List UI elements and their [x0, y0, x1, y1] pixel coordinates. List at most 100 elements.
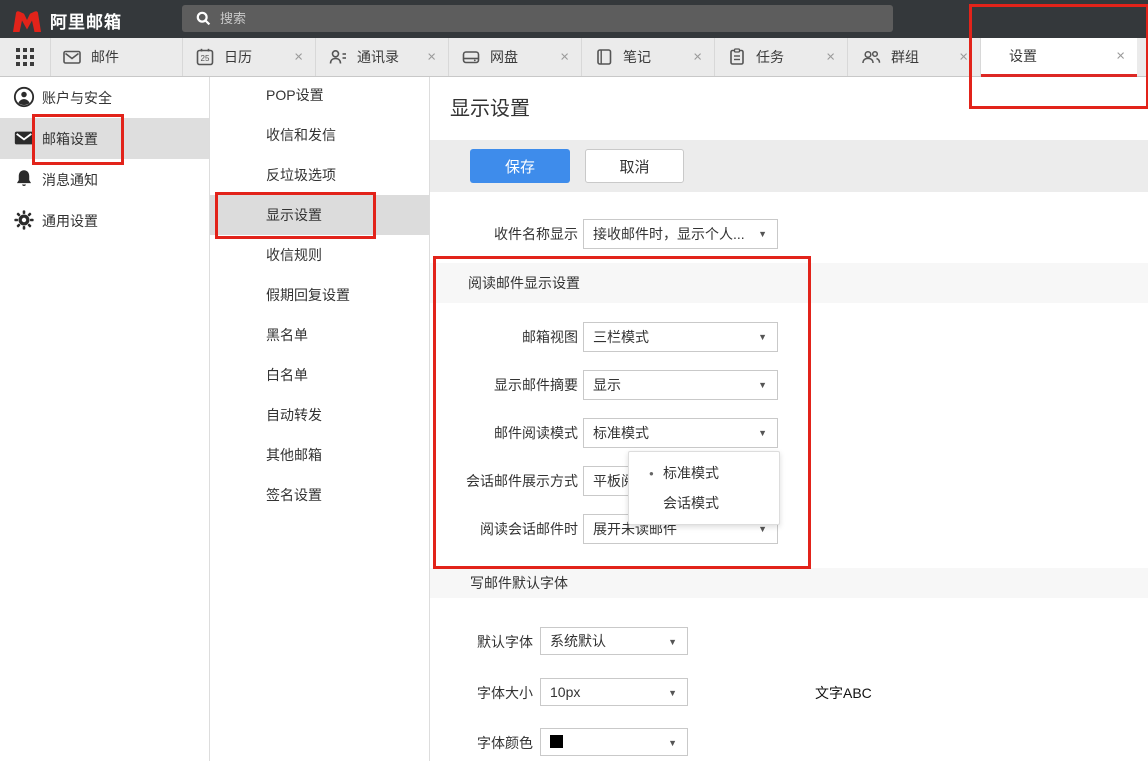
nav-item-vacation-reply[interactable]: 假期回复设置: [210, 275, 429, 315]
notes-icon: [594, 47, 614, 67]
nav-item-rules[interactable]: 收信规则: [210, 235, 429, 275]
tab-label: 任务: [756, 47, 784, 67]
menu-item-label: 标准模式: [663, 463, 719, 483]
reading-conversation-label: 阅读会话邮件时: [430, 514, 578, 544]
brand[interactable]: 阿里邮箱: [12, 8, 122, 33]
close-icon[interactable]: ×: [959, 50, 968, 65]
tab-contacts[interactable]: 通讯录 ×: [316, 38, 449, 76]
mailbox-view-label: 邮箱视图: [430, 322, 578, 352]
menu-item-conversation-mode[interactable]: ● 会话模式: [629, 488, 779, 518]
tab-label: 笔记: [623, 47, 651, 67]
nav-item-display[interactable]: 显示设置: [210, 195, 429, 235]
sidebar-item-mail-settings[interactable]: 邮箱设置: [0, 118, 209, 159]
sidebar-item-label: 账户与安全: [42, 88, 112, 108]
recipient-name-label: 收件名称显示: [430, 219, 578, 249]
chevron-down-icon: ▼: [758, 220, 767, 248]
compose-font-section-header: 写邮件默认字体: [430, 568, 1148, 598]
page-title: 显示设置: [450, 92, 530, 121]
tab-groups[interactable]: 群组 ×: [848, 38, 981, 76]
tab-mail[interactable]: 邮件: [50, 38, 183, 76]
close-icon[interactable]: ×: [693, 50, 702, 65]
nav-item-blacklist[interactable]: 黑名单: [210, 315, 429, 355]
nav-item-pop[interactable]: POP设置: [210, 75, 429, 115]
reading-mode-label: 邮件阅读模式: [430, 418, 578, 448]
tab-calendar[interactable]: 25 日历 ×: [183, 38, 316, 76]
reading-mode-dropdown-menu: ● 标准模式 ● 会话模式: [628, 451, 780, 525]
drive-icon: [461, 47, 481, 67]
tab-bar: 邮件 25 日历 × 通讯录 × 网盘 × 笔记 × 任务: [0, 38, 1148, 77]
sidebar-item-account-security[interactable]: 账户与安全: [0, 77, 209, 118]
calendar-icon: 25: [195, 47, 215, 67]
contacts-icon: [328, 47, 348, 67]
tab-label: 日历: [224, 47, 252, 67]
gear-icon: [13, 209, 35, 231]
mail-summary-select[interactable]: 显示 ▼: [583, 370, 778, 400]
sidebar-item-general-settings[interactable]: 通用设置: [0, 200, 209, 241]
apps-grid-icon: [16, 48, 34, 66]
selected-bullet-icon: ●: [649, 469, 663, 478]
color-swatch: [550, 735, 563, 748]
alimail-settings-window: 阿里邮箱 邮件 2: [0, 0, 1148, 761]
chevron-down-icon: ▼: [668, 729, 677, 757]
tab-notes[interactable]: 笔记 ×: [582, 38, 715, 76]
select-value: 10px: [550, 684, 580, 700]
nav-item-other-mailbox[interactable]: 其他邮箱: [210, 435, 429, 475]
tab-settings[interactable]: 设置 ×: [981, 38, 1137, 77]
chevron-down-icon: ▼: [668, 628, 677, 656]
tab-tasks[interactable]: 任务 ×: [715, 38, 848, 76]
search-input[interactable]: [182, 5, 893, 32]
search-box[interactable]: [182, 5, 893, 32]
tab-label: 邮件: [91, 47, 119, 67]
select-value: 显示: [593, 377, 621, 393]
conversation-display-label: 会话邮件展示方式: [430, 466, 578, 496]
tab-label: 群组: [891, 47, 919, 67]
font-size-select[interactable]: 10px ▼: [540, 678, 688, 706]
tab-label: 网盘: [490, 47, 518, 67]
alimail-logo-icon: [12, 10, 42, 32]
default-font-select[interactable]: 系统默认 ▼: [540, 627, 688, 655]
tasks-icon: [727, 47, 747, 67]
reading-mode-select[interactable]: 标准模式 ▼: [583, 418, 778, 448]
nav-item-whitelist[interactable]: 白名单: [210, 355, 429, 395]
default-font-label: 默认字体: [430, 627, 533, 657]
tab-label: 通讯录: [357, 47, 399, 67]
select-value: 系统默认: [550, 633, 606, 649]
sidebar-item-label: 邮箱设置: [42, 129, 98, 149]
nav-item-auto-forward[interactable]: 自动转发: [210, 395, 429, 435]
font-size-label: 字体大小: [430, 678, 533, 708]
cancel-button[interactable]: 取消: [585, 149, 684, 183]
nav-item-antispam[interactable]: 反垃圾选项: [210, 155, 429, 195]
tab-label: 设置: [1009, 46, 1037, 66]
font-color-label: 字体颜色: [430, 728, 533, 758]
apps-grid-button[interactable]: [0, 38, 51, 76]
tab-drive[interactable]: 网盘 ×: [449, 38, 582, 76]
mailbox-view-select[interactable]: 三栏模式 ▼: [583, 322, 778, 352]
reading-section-header: 阅读邮件显示设置: [430, 263, 1148, 303]
close-icon[interactable]: ×: [294, 50, 303, 65]
close-icon[interactable]: ×: [427, 50, 436, 65]
menu-item-standard-mode[interactable]: ● 标准模式: [629, 458, 779, 488]
close-icon[interactable]: ×: [560, 50, 569, 65]
nav-item-send-receive[interactable]: 收信和发信: [210, 115, 429, 155]
save-button[interactable]: 保存: [470, 149, 570, 183]
nav-item-signature[interactable]: 签名设置: [210, 475, 429, 515]
menu-item-label: 会话模式: [663, 493, 719, 513]
font-color-select[interactable]: ▼: [540, 728, 688, 756]
bell-icon: [13, 168, 35, 190]
top-bar: 阿里邮箱: [0, 0, 1148, 38]
mail-filled-icon: [13, 127, 35, 149]
settings-sidebar: 账户与安全 邮箱设置 消息通知 通用设置: [0, 77, 210, 761]
font-preview-text: 文字ABC: [815, 683, 872, 703]
svg-text:25: 25: [201, 54, 210, 63]
recipient-name-select[interactable]: 接收邮件时，显示个人... ▼: [583, 219, 778, 249]
mail-icon: [62, 47, 82, 67]
brand-name: 阿里邮箱: [50, 8, 122, 33]
sidebar-item-notifications[interactable]: 消息通知: [0, 159, 209, 200]
chevron-down-icon: ▼: [758, 323, 767, 351]
chevron-down-icon: ▼: [668, 679, 677, 707]
close-icon[interactable]: ×: [826, 50, 835, 65]
chevron-down-icon: ▼: [758, 419, 767, 447]
chevron-down-icon: ▼: [758, 371, 767, 399]
close-icon[interactable]: ×: [1116, 49, 1125, 64]
select-value: 三栏模式: [593, 329, 649, 345]
